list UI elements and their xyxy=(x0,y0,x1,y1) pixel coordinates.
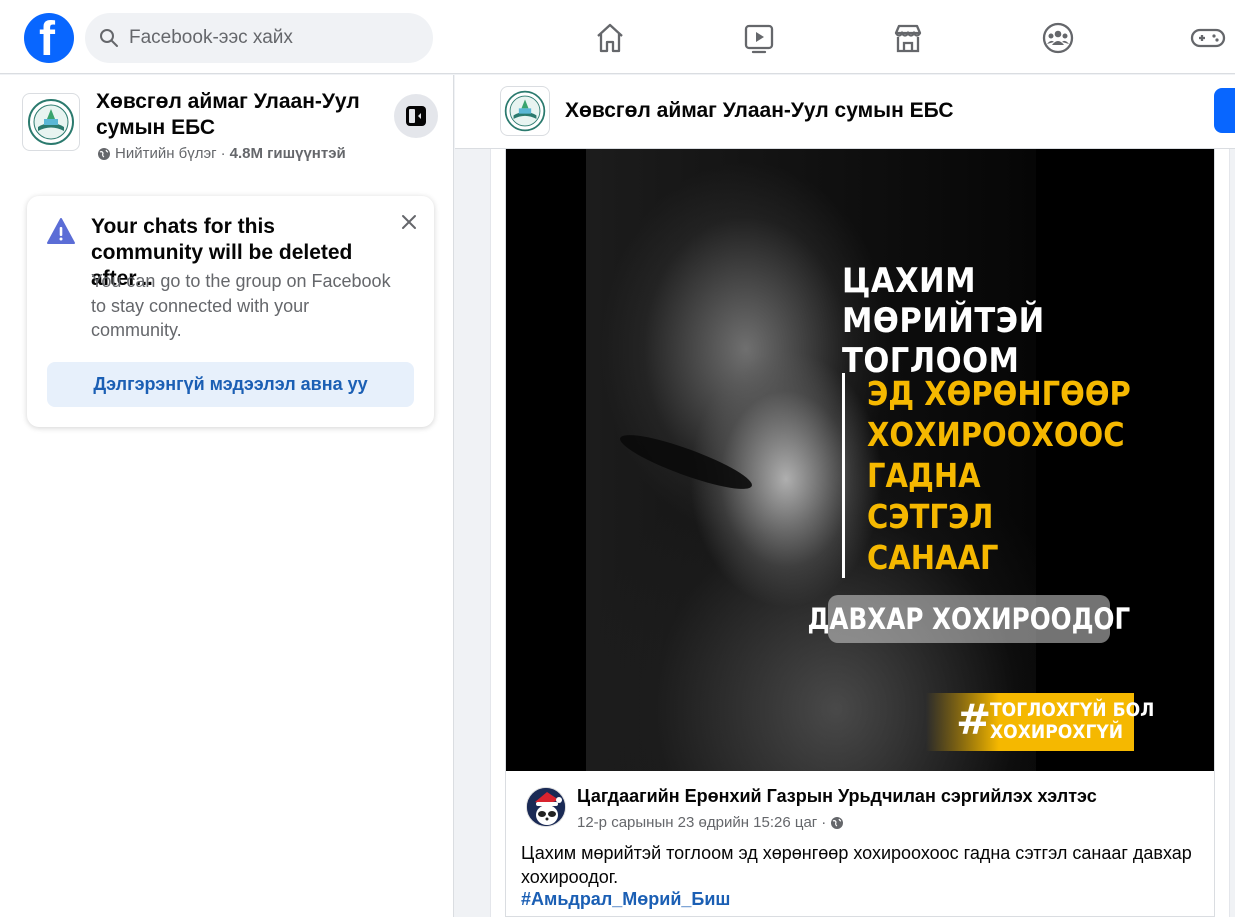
toggle-panel-button[interactable] xyxy=(394,94,438,138)
group-name[interactable]: Хөвсгөл аймаг Улаан-Уул сумын ЕБС xyxy=(96,89,386,141)
chat-deletion-notice: Your chats for this community will be de… xyxy=(27,196,434,427)
post-time-text[interactable]: 12-р сарынын 23 өдрийн 15:26 цаг xyxy=(577,814,817,831)
join-group-button[interactable] xyxy=(1214,88,1235,133)
groups-icon xyxy=(1042,22,1074,54)
post-text: Цахим мөрийтэй тоглоом эд хөрөнгөөр хохи… xyxy=(521,843,1192,887)
close-icon xyxy=(402,215,416,229)
learn-more-button[interactable]: Дэлгэрэнгүй мэдээлэл авна уу xyxy=(47,362,414,407)
video-icon xyxy=(744,24,774,54)
member-count: 4.8M гишүүнтэй xyxy=(229,145,346,162)
image-hashtag-line-1: ТОГЛОХГҮЙ БОЛ xyxy=(990,699,1155,721)
globe-icon xyxy=(831,816,844,829)
post-time-separator: · xyxy=(821,814,827,831)
nav-groups[interactable] xyxy=(1038,18,1078,58)
police-mascot-icon xyxy=(527,788,565,826)
top-navigation-bar: f xyxy=(0,0,1235,74)
close-notice-button[interactable] xyxy=(397,210,421,234)
group-avatar[interactable] xyxy=(22,93,80,151)
image-headline: ЦАХИМ МӨРИЙТЭЙ ТОГЛООМ xyxy=(842,261,1045,381)
facebook-logo-letter: f xyxy=(39,13,55,66)
image-hashtag-banner: # ТОГЛОХГҮЙ БОЛ ХОХИРОХГҮЙ xyxy=(926,693,1154,751)
image-pill: ДАВХАР ХОХИРООДОГ xyxy=(808,595,1130,643)
image-yellow-text: ЭД ХӨРӨНГӨӨР ХОХИРООХООС ГАДНА СЭТГЭЛ СА… xyxy=(842,373,1167,578)
globe-icon xyxy=(98,147,110,160)
left-sidebar: Хөвсгөл аймаг Улаан-Уул сумын ЕБС Нийтий… xyxy=(0,75,454,917)
post-image[interactable]: ЦАХИМ МӨРИЙТЭЙ ТОГЛООМ ЭД ХӨРӨНГӨӨР ХОХИ… xyxy=(506,149,1214,771)
home-icon xyxy=(597,23,623,53)
nav-home[interactable] xyxy=(590,18,630,58)
group-privacy: Нийтийн бүлэг xyxy=(115,145,217,162)
post-timestamp: 12-р сарынын 23 өдрийн 15:26 цаг · xyxy=(577,814,844,831)
post-author[interactable]: Цагдаагийн Ерөнхий Газрын Урьдчилан сэрг… xyxy=(577,786,1097,807)
facebook-logo[interactable]: f xyxy=(24,13,74,66)
image-hashtag-line-2: ХОХИРОХГҮЙ xyxy=(990,721,1124,743)
search-box[interactable] xyxy=(85,13,433,63)
image-line-2: ХОХИРООХООС xyxy=(867,415,1125,454)
group-header-avatar[interactable] xyxy=(500,86,550,136)
image-hashtag-text: ТОГЛОХГҮЙ БОЛ ХОХИРОХГҮЙ xyxy=(990,699,1154,743)
notice-body: You can go to the group on Facebook to s… xyxy=(91,271,391,340)
image-pill-text: ДАВХАР ХОХИРООДОГ xyxy=(807,602,1131,636)
school-logo-icon xyxy=(28,99,74,145)
image-line-1: ЭД ХӨРӨНГӨӨР xyxy=(867,374,1131,413)
group-header: Хөвсгөл аймаг Улаан-Уул сумын ЕБС xyxy=(455,75,1235,149)
nav-video[interactable] xyxy=(739,18,779,58)
post-hashtag-link[interactable]: #Амьдрал_Мөрий_Биш xyxy=(521,889,730,910)
group-meta: Нийтийн бүлэг · 4.8M гишүүнтэй xyxy=(97,145,346,162)
warning-icon xyxy=(47,218,75,244)
image-line-4: СЭТГЭЛ xyxy=(867,497,994,536)
panel-icon xyxy=(406,106,426,126)
nav-gaming[interactable] xyxy=(1188,18,1228,58)
image-line-3: ГАДНА xyxy=(867,456,981,495)
group-header-name[interactable]: Хөвсгөл аймаг Улаан-Уул сумын ЕБС xyxy=(565,99,954,123)
marketplace-icon xyxy=(894,24,922,53)
meta-separator: · xyxy=(220,145,226,162)
author-avatar[interactable] xyxy=(526,787,566,827)
search-icon xyxy=(100,29,118,47)
image-line-5: САНААГ xyxy=(867,538,999,577)
nav-marketplace[interactable] xyxy=(888,18,928,58)
gaming-icon xyxy=(1190,28,1226,48)
school-logo-icon xyxy=(504,90,546,132)
search-input[interactable] xyxy=(129,13,419,63)
image-hash-symbol: # xyxy=(956,695,992,744)
